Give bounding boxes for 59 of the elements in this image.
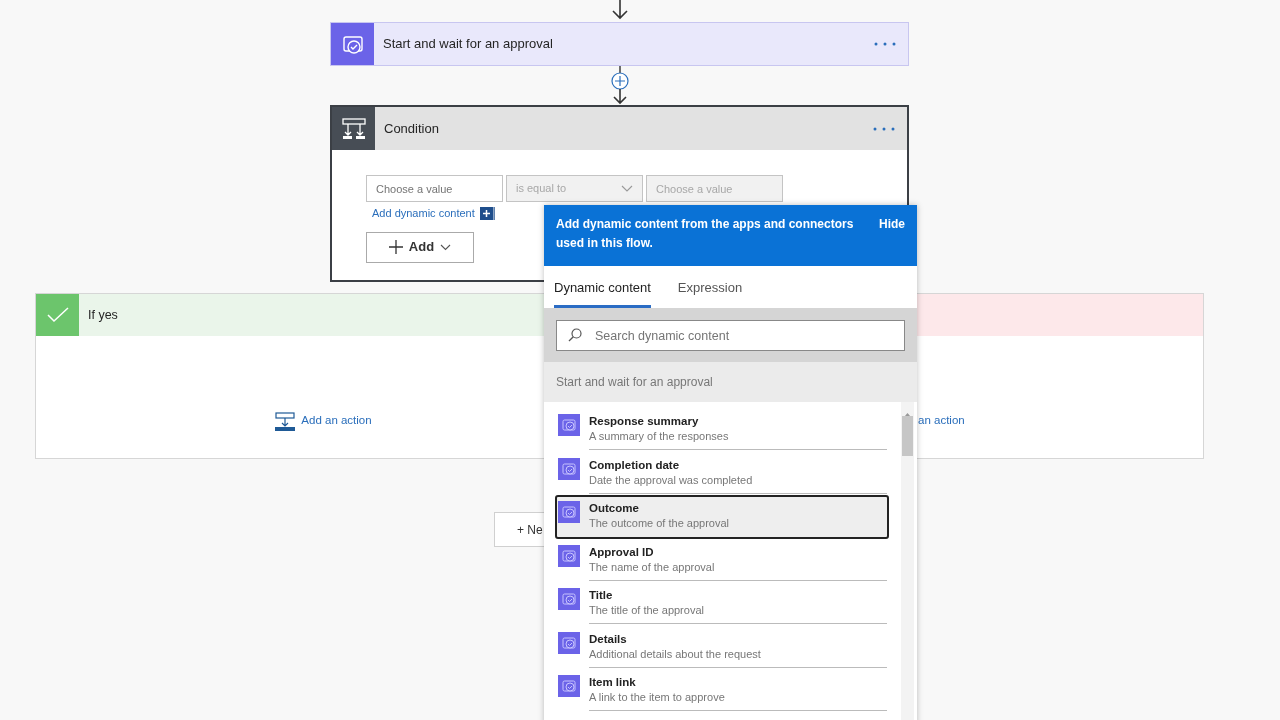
add-action-link[interactable]: an action (918, 412, 965, 430)
item-description: Date the approval was completed (589, 472, 754, 488)
condition-icon (340, 116, 367, 141)
chevron-down-icon (621, 185, 633, 192)
content-item[interactable]: Details Additional details about the request (555, 625, 889, 669)
item-title: Title (589, 588, 614, 603)
section-heading: Start and wait for an approval (544, 362, 917, 402)
content-item[interactable]: Outcome The outcome of the approval (555, 495, 889, 539)
branch-label: If yes (87, 306, 118, 324)
item-title: Details (589, 631, 628, 647)
content-item[interactable]: Title The title of the approval (555, 582, 889, 626)
approval-step-card[interactable]: Start and wait for an approval (330, 22, 909, 66)
item-title: Item link (589, 675, 637, 690)
content-item[interactable]: Completion date Date the approval was completed (555, 451, 889, 495)
approval-icon (558, 588, 580, 610)
add-action-link[interactable]: Add an action (275, 411, 372, 431)
add-dynamic-content-link[interactable]: Add dynamic content (372, 205, 475, 222)
panel-tab[interactable]: Expression (677, 266, 743, 308)
new-step-button[interactable]: + Ne (494, 512, 544, 547)
approval-icon (558, 675, 580, 697)
search-icon (568, 328, 582, 342)
scrollbar-thumb[interactable] (902, 416, 913, 456)
hide-button[interactable]: Hide (879, 215, 905, 234)
item-description: Additional details about the request (589, 646, 762, 662)
more-icon[interactable] (873, 126, 895, 131)
item-title: Outcome (589, 501, 640, 516)
add-button[interactable]: Add (366, 231, 474, 263)
item-description: The name of the approval (589, 559, 716, 575)
add-step-icon[interactable] (610, 72, 629, 90)
add-content-icon (479, 206, 495, 220)
more-icon[interactable] (874, 42, 896, 46)
item-description: The title of the approval (589, 603, 705, 618)
arrow-icon (612, 88, 627, 105)
approval-icon (558, 414, 580, 436)
approval-icon (558, 457, 580, 480)
step-title: Start and wait for an approval (382, 35, 554, 54)
approval-icon (558, 501, 580, 523)
item-description: A link to the item to approve (589, 690, 726, 705)
check-icon (46, 307, 69, 323)
content-item[interactable]: Item link A link to the item to approve (555, 669, 889, 713)
item-description: A summary of the responses (589, 429, 730, 444)
chevron-down-icon (440, 243, 452, 251)
banner-text: Add dynamic content from the apps and connectors used in this flow. (556, 216, 855, 252)
item-title: Completion date (589, 457, 681, 473)
content-item[interactable]: Approval ID The name of the approval (555, 538, 889, 582)
plus-icon (388, 240, 403, 254)
item-title: Response summary (589, 414, 700, 429)
arrow-icon (611, 0, 628, 20)
value-field[interactable]: Choose a value (366, 175, 503, 202)
item-title: Approval ID (589, 544, 655, 560)
scrollbar[interactable] (901, 402, 914, 720)
add-action-icon (275, 411, 296, 431)
search-field[interactable]: Search dynamic content (556, 320, 905, 351)
content-item[interactable]: Response summary A summary of the responses (555, 408, 889, 452)
approval-icon (558, 544, 580, 567)
item-description: The outcome of the approval (589, 516, 731, 531)
approval-icon (558, 631, 580, 654)
step-title: Condition (383, 119, 440, 138)
scroll-up-icon (904, 412, 911, 418)
